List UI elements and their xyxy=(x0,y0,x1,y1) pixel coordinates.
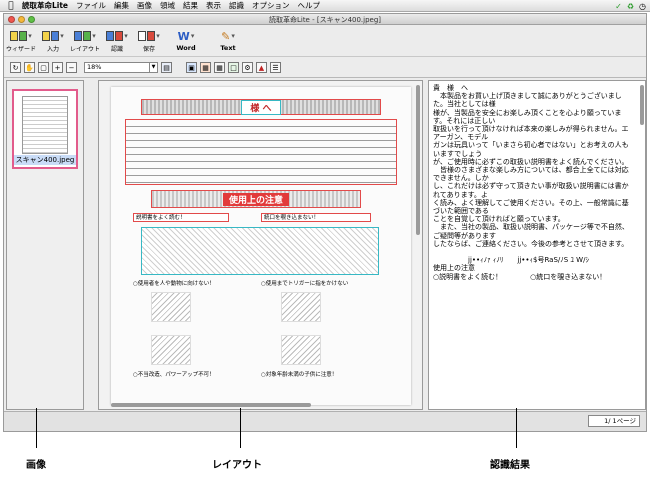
callout-line-image xyxy=(36,408,37,448)
word-icon: W xyxy=(177,29,190,43)
region-order-icon[interactable]: ▲ xyxy=(256,62,267,73)
region-color-icon[interactable]: □ xyxy=(228,62,239,73)
illustration-figure xyxy=(151,335,191,365)
layout-button[interactable]: ▾ レイアウト xyxy=(70,29,100,53)
thumbnail-image xyxy=(22,96,68,154)
main-toolbar: ▾ ウィザード ▾ 入力 ▾ レイアウト ▾ 認識 ▾ 保存 W ▾ Word ✎… xyxy=(4,26,646,57)
ocr-result-text[interactable]: 貴 様 へ 本製品をお買い上げ頂きまして誠にありがとうございました。当社としては… xyxy=(433,84,633,281)
menu-edit[interactable]: 編集 xyxy=(114,0,129,11)
select-icon[interactable]: ▢ xyxy=(38,62,49,73)
sync-icon[interactable]: ♻ xyxy=(627,2,634,11)
section-heading-text: 使用上の注意 xyxy=(222,192,289,206)
image-pane: スキャン400.jpeg xyxy=(6,80,84,410)
menu-options[interactable]: オプション xyxy=(252,0,290,11)
caption-text: ○不当改造、パワーアップ不可！ xyxy=(133,372,215,378)
text-export-button[interactable]: ✎ ▾ Text xyxy=(210,29,246,53)
image-tool-icon[interactable]: ▦ xyxy=(214,62,225,73)
illustration-figure xyxy=(151,292,191,322)
table-tool-icon[interactable]: ▦ xyxy=(200,62,211,73)
wizard-icon xyxy=(10,31,19,41)
illustration-figure xyxy=(281,335,321,365)
layout-vertical-scrollbar[interactable] xyxy=(416,85,420,235)
illustration-region[interactable] xyxy=(141,227,379,275)
caption-text: ○使用者を人や動物に向けない！ xyxy=(133,281,215,287)
menu-recognize[interactable]: 認識 xyxy=(229,0,244,11)
menu-view[interactable]: 表示 xyxy=(206,0,221,11)
page-indicator: 1/ 1ページ xyxy=(588,415,640,427)
word-export-button[interactable]: W ▾ Word xyxy=(168,29,204,53)
caption-text: ○使用までトリガーに指をかけない xyxy=(261,281,349,287)
rotate-icon[interactable]: ↻ xyxy=(10,62,21,73)
scanned-page: 様 へ 使用上の注意 説明書をよく読む！ 統口を覗き込まない！ ○使用者を人や動… xyxy=(111,87,411,405)
callout-label-layout: レイアウト xyxy=(212,460,262,471)
menubar-status-icons: ✓ ♻ ◷ xyxy=(615,0,646,12)
result-pane[interactable]: 貴 様 へ 本製品をお買い上げ頂きまして誠にありがとうございました。当社としては… xyxy=(428,80,646,410)
menu-help[interactable]: ヘルプ xyxy=(298,0,321,11)
section-heading-region[interactable]: 使用上の注意 xyxy=(151,190,361,208)
title-region-text: 様 へ xyxy=(241,99,281,115)
layout-icon xyxy=(74,31,83,41)
recognize-button[interactable]: ▾ 認識 xyxy=(104,29,130,53)
chevron-down-icon: ▼ xyxy=(149,63,157,72)
zoom-in-icon[interactable]: + xyxy=(52,62,63,73)
title-bar: 読取革命Lite - [スキャン400.jpeg] xyxy=(4,14,646,25)
page-view-icon[interactable]: ▤ xyxy=(161,62,172,73)
warning-region-left[interactable]: 説明書をよく読む！ xyxy=(133,213,229,222)
recognize-icon xyxy=(106,31,115,41)
menu-result[interactable]: 結果 xyxy=(183,0,198,11)
caption-text: ○対象年齢未満の子供に注意！ xyxy=(261,372,338,378)
menu-image[interactable]: 画像 xyxy=(137,0,152,11)
hand-icon[interactable]: ✋ xyxy=(24,62,35,73)
check-icon[interactable]: ✓ xyxy=(615,2,622,11)
body-text-region[interactable] xyxy=(125,119,397,185)
app-window: 読取革命Lite - [スキャン400.jpeg] ▾ ウィザード ▾ 入力 ▾… xyxy=(3,13,647,432)
callout-label-result: 認識結果 xyxy=(490,460,530,471)
save-button[interactable]: ▾ 保存 xyxy=(136,29,162,53)
title-region[interactable]: 様 へ xyxy=(141,99,381,115)
zoom-select[interactable]: 18% ▼ xyxy=(84,62,158,73)
zoom-out-icon[interactable]: − xyxy=(66,62,77,73)
menu-file[interactable]: ファイル xyxy=(76,0,106,11)
menu-bar:  読取革命Lite ファイル 編集 画像 領域 結果 表示 認識 オプション … xyxy=(0,0,650,12)
region-sort-icon[interactable]: ☰ xyxy=(270,62,281,73)
callout-label-image: 画像 xyxy=(26,460,46,471)
region-tool-icon[interactable]: ▣ xyxy=(186,62,197,73)
warning-region-right[interactable]: 統口を覗き込まない！ xyxy=(261,213,371,222)
wizard-button[interactable]: ▾ ウィザード xyxy=(6,29,36,53)
callout-line-result xyxy=(516,408,517,448)
window-title: 読取革命Lite - [スキャン400.jpeg] xyxy=(268,16,382,24)
save-icon xyxy=(138,31,147,41)
text-icon: ✎ xyxy=(221,29,231,43)
callout-line-layout xyxy=(240,408,241,448)
view-toolbar: ↻ ✋ ▢ + − 18% ▼ ▤ ▣ ▦ ▦ □ ⚙ ▲ ☰ xyxy=(4,58,646,78)
clock-icon[interactable]: ◷ xyxy=(639,2,646,11)
page-thumbnail[interactable]: スキャン400.jpeg xyxy=(12,89,78,169)
result-vertical-scrollbar[interactable] xyxy=(640,85,644,125)
status-bar: 1/ 1ページ xyxy=(4,411,646,431)
layout-pane: 様 へ 使用上の注意 説明書をよく読む！ 統口を覗き込まない！ ○使用者を人や動… xyxy=(98,80,423,410)
illustration-figure xyxy=(281,292,321,322)
menu-region[interactable]: 領域 xyxy=(160,0,175,11)
region-type-icon[interactable]: ⚙ xyxy=(242,62,253,73)
layout-horizontal-scrollbar[interactable] xyxy=(111,403,311,407)
scanner-icon xyxy=(42,31,51,41)
menu-app-name[interactable]: 読取革命Lite xyxy=(22,0,68,11)
thumbnail-caption: スキャン400.jpeg xyxy=(14,155,76,165)
apple-icon[interactable]:  xyxy=(4,1,18,11)
input-button[interactable]: ▾ 入力 xyxy=(40,29,66,53)
